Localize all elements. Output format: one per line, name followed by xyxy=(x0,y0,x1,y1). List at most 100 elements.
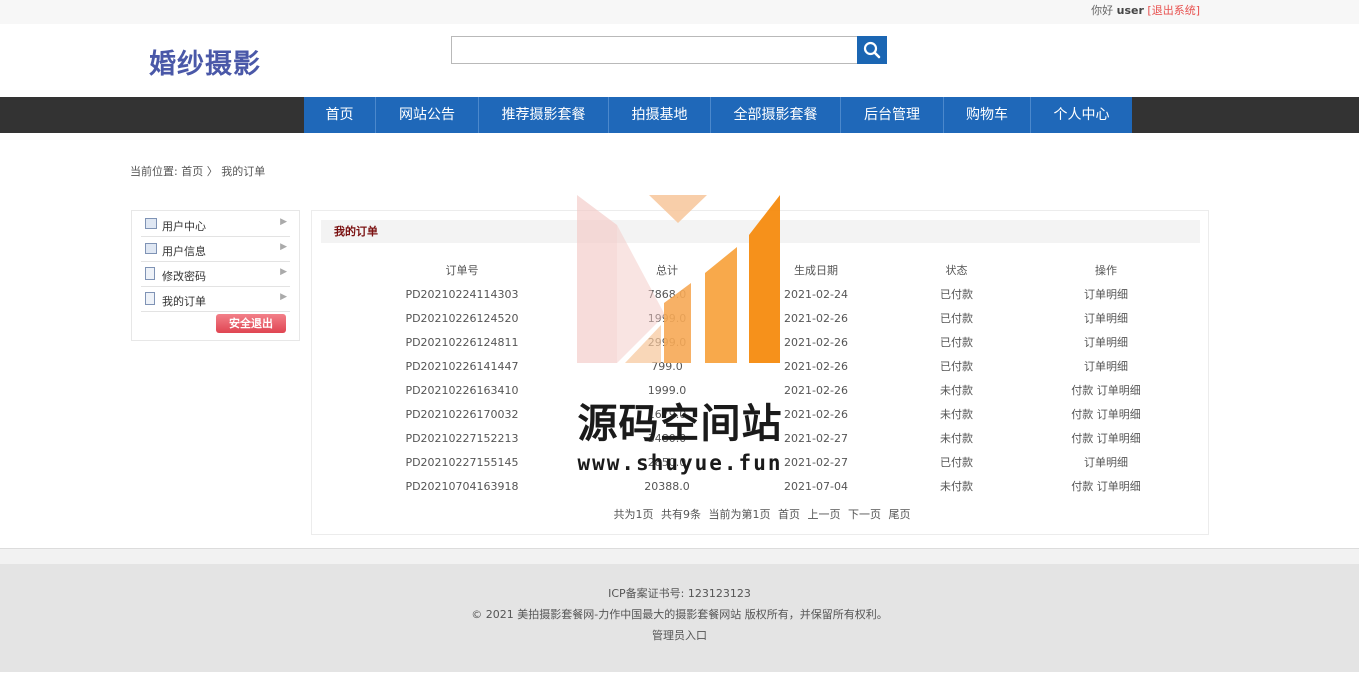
search-input[interactable] xyxy=(451,36,858,64)
cell-date: 2021-02-27 xyxy=(784,455,848,469)
table-row: PD20210227155145 2850.0 2021-02-27 已付款 订单明细 xyxy=(322,450,1199,474)
order-detail-link[interactable]: 订单明细 xyxy=(1097,480,1141,493)
nav-item-announcements[interactable]: 网站公告 xyxy=(376,97,479,133)
table-row: PD20210227152213 3480.0 2021-02-27 未付款 付款 订单… xyxy=(322,426,1199,450)
user-card-icon xyxy=(145,243,157,254)
search-button[interactable] xyxy=(857,36,887,64)
cell-status: 已付款 xyxy=(940,312,973,325)
pay-link[interactable]: 付款 xyxy=(1071,480,1093,493)
cell-date: 2021-07-04 xyxy=(784,479,848,493)
pager-current-page: 当前为第1页 xyxy=(708,508,771,521)
cell-status: 已付款 xyxy=(940,360,973,373)
table-row: PD20210226141447 799.0 2021-02-26 已付款 订单明细 xyxy=(322,354,1199,378)
cell-total: 3480.0 xyxy=(647,431,687,445)
pay-link[interactable]: 付款 xyxy=(1071,384,1093,397)
footer-divider xyxy=(0,548,1359,564)
nav-item-recommended-packages[interactable]: 推荐摄影套餐 xyxy=(479,97,609,133)
logout-link[interactable]: [退出系统] xyxy=(1147,4,1200,17)
table-row: PD20210224114303 7868.0 2021-02-24 已付款 订单明细 xyxy=(322,282,1199,306)
arrow-right-icon: ▶ xyxy=(280,217,287,227)
cell-total: 20388.0 xyxy=(644,479,690,493)
arrow-right-icon: ▶ xyxy=(280,267,287,277)
arrow-right-icon: ▶ xyxy=(280,242,287,252)
cell-status: 已付款 xyxy=(940,336,973,349)
site-logo[interactable]: 婚纱摄影 xyxy=(149,42,261,81)
column-header-total: 总计 xyxy=(656,263,678,277)
cell-order-id: PD20210227152213 xyxy=(405,431,519,445)
cell-order-id: PD20210226124811 xyxy=(405,335,519,349)
breadcrumb-separator: 〉 xyxy=(206,165,218,178)
orders-table: 订单号 总计 生成日期 状态 操作 PD20210224114303 7868.0… xyxy=(322,257,1199,498)
breadcrumb: 当前位置: 首页 〉 我的订单 xyxy=(130,163,265,179)
breadcrumb-home[interactable]: 首页 xyxy=(181,165,203,178)
footer-admin-link: 管理员入口 xyxy=(0,627,1359,643)
cell-actions: 订单明细 xyxy=(1013,282,1199,306)
table-row: PD20210226170032 1679.0 2021-02-26 未付款 付款 订单… xyxy=(322,402,1199,426)
cell-actions: 付款 订单明细 xyxy=(1013,402,1199,426)
nav-item-all-packages[interactable]: 全部摄影套餐 xyxy=(711,97,841,133)
document-icon xyxy=(145,292,155,305)
pager-last[interactable]: 尾页 xyxy=(889,508,911,521)
breadcrumb-prefix: 当前位置: xyxy=(130,165,178,178)
cell-status: 未付款 xyxy=(940,432,973,445)
sidebar-item-user-info[interactable]: 用户信息 ▶ xyxy=(141,237,290,262)
admin-entry-link[interactable]: 管理员入口 xyxy=(652,629,707,642)
nav-item-cart[interactable]: 购物车 xyxy=(944,97,1031,133)
pay-link[interactable]: 付款 xyxy=(1071,432,1093,445)
cell-total: 799.0 xyxy=(651,359,683,373)
cell-status: 已付款 xyxy=(940,456,973,469)
pay-link[interactable]: 付款 xyxy=(1071,408,1093,421)
cell-order-id: PD20210704163918 xyxy=(405,479,519,493)
cell-total: 2999.0 xyxy=(647,335,687,349)
order-detail-link[interactable]: 订单明细 xyxy=(1084,312,1128,325)
pager-first[interactable]: 首页 xyxy=(778,508,800,521)
cell-status: 未付款 xyxy=(940,480,973,493)
top-bar: 你好 user [退出系统] xyxy=(0,0,1359,24)
cell-status: 未付款 xyxy=(940,408,973,421)
cell-date: 2021-02-26 xyxy=(784,407,848,421)
sidebar-item-change-password[interactable]: 修改密码 ▶ xyxy=(141,262,290,287)
main-nav-bar: 首页 网站公告 推荐摄影套餐 拍摄基地 全部摄影套餐 后台管理 购物车 个人中心 xyxy=(0,97,1359,133)
nav-item-shooting-bases[interactable]: 拍摄基地 xyxy=(609,97,711,133)
cell-actions: 订单明细 xyxy=(1013,306,1199,330)
column-header-actions: 操作 xyxy=(1095,263,1117,277)
cell-actions: 订单明细 xyxy=(1013,450,1199,474)
order-detail-link[interactable]: 订单明细 xyxy=(1097,432,1141,445)
cell-order-id: PD20210227155145 xyxy=(405,455,519,469)
order-detail-link[interactable]: 订单明细 xyxy=(1097,384,1141,397)
order-detail-link[interactable]: 订单明细 xyxy=(1084,336,1128,349)
cell-date: 2021-02-27 xyxy=(784,431,848,445)
header: 婚纱摄影 xyxy=(0,24,1359,97)
sidebar-item-label: 用户信息 xyxy=(162,245,206,258)
sidebar-item-my-orders[interactable]: 我的订单 ▶ xyxy=(141,287,290,312)
cell-order-id: PD20210226170032 xyxy=(405,407,519,421)
document-icon xyxy=(145,267,155,280)
user-card-icon xyxy=(145,218,157,229)
nav-item-admin[interactable]: 后台管理 xyxy=(841,97,944,133)
cell-date: 2021-02-26 xyxy=(784,335,848,349)
user-greeting: 你好 user [退出系统] xyxy=(1091,2,1200,18)
greeting-text: 你好 xyxy=(1091,4,1114,17)
order-detail-link[interactable]: 订单明细 xyxy=(1084,288,1128,301)
pager-total-pages: 共为1页 xyxy=(613,508,654,521)
nav-item-home[interactable]: 首页 xyxy=(304,97,376,133)
footer-copyright: © 2021 美拍摄影套餐网-力作中国最大的摄影套餐网站 版权所有，并保留所有权… xyxy=(471,608,888,621)
pager-prev[interactable]: 上一页 xyxy=(808,508,841,521)
nav-item-personal-center[interactable]: 个人中心 xyxy=(1031,97,1132,133)
cell-order-id: PD20210226124520 xyxy=(405,311,519,325)
sidebar-item-user-center[interactable]: 用户中心 ▶ xyxy=(141,212,290,237)
cell-actions: 付款 订单明细 xyxy=(1013,378,1199,402)
order-detail-link[interactable]: 订单明细 xyxy=(1097,408,1141,421)
safe-logout-button[interactable]: 安全退出 xyxy=(216,314,286,333)
cell-actions: 订单明细 xyxy=(1013,330,1199,354)
sidebar-item-label: 用户中心 xyxy=(162,220,206,233)
table-row: PD20210226163410 1999.0 2021-02-26 未付款 付款 订单… xyxy=(322,378,1199,402)
order-detail-link[interactable]: 订单明细 xyxy=(1084,360,1128,373)
user-sidebar: 用户中心 ▶ 用户信息 ▶ 修改密码 ▶ 我的订单 ▶ 安全退出 xyxy=(131,210,300,341)
order-detail-link[interactable]: 订单明细 xyxy=(1084,456,1128,469)
cell-total: 7868.0 xyxy=(647,287,687,301)
column-header-date: 生成日期 xyxy=(794,263,838,277)
cell-total: 1999.0 xyxy=(647,383,687,397)
pager-next[interactable]: 下一页 xyxy=(848,508,881,521)
sidebar-item-label: 修改密码 xyxy=(162,270,206,283)
